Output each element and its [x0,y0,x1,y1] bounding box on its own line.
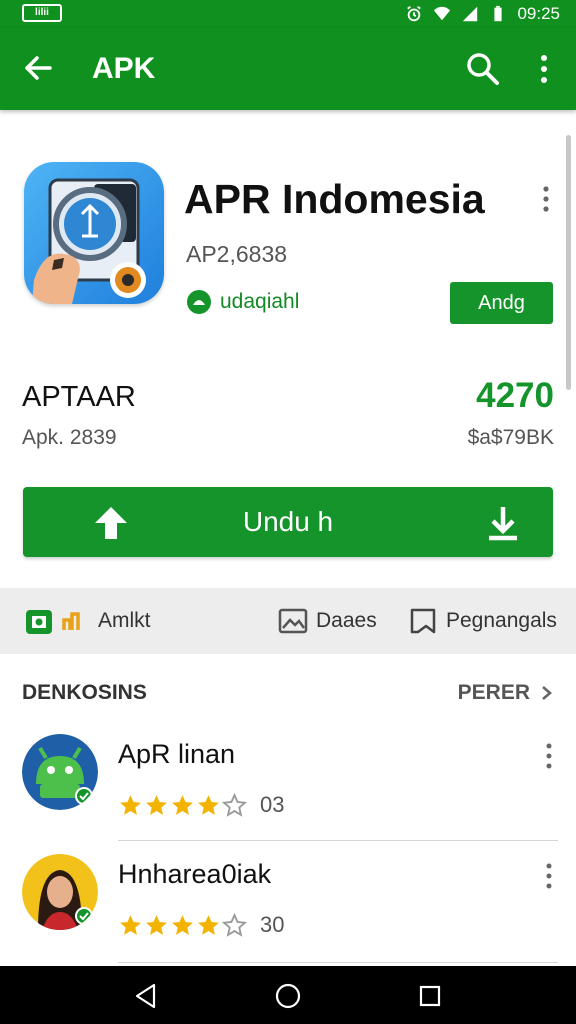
item-more-icon[interactable] [540,742,558,770]
alarm-icon [407,6,422,22]
star-filled-icon [198,794,219,815]
star-empty-icon [222,912,247,937]
search-icon[interactable] [464,50,502,88]
developer-icon [187,290,211,314]
app-logo-icon [24,162,164,304]
stat-left-title: APTAAR [22,381,136,413]
tab-label: Daaes [316,609,377,632]
list-item[interactable]: Hnhareа0iak 30 [0,854,576,972]
photo-icon [26,610,52,634]
stat-right-subtitle: $a$79BK [467,426,554,449]
section-more-link[interactable]: PERER [458,680,554,706]
bookmark-icon [410,608,436,634]
status-icons: 09:25 [405,3,560,25]
tab-strip: Amlkt Daaes Pegnangals [0,588,576,654]
star-filled-icon [120,914,141,935]
divider [118,962,558,963]
star-filled-icon [198,914,219,935]
app-more-icon[interactable] [536,184,556,214]
tab-label: Amlkt [98,609,151,632]
status-time: 09:25 [517,4,560,23]
app-bar-title: APK [92,52,156,85]
download-label: Undu h [242,506,334,537]
tab-daaes[interactable]: Daaes [278,604,377,638]
stat-left-subtitle: Apk. 2839 [22,426,117,449]
scrollbar[interactable] [566,135,571,390]
navigation-bar [0,966,576,1024]
download-button[interactable]: Undu h [23,487,553,557]
app-bar: APK [0,28,576,110]
download-arrow-icon [489,507,517,541]
app-id: AP2,6838 [186,241,288,267]
chevron-right-icon [542,686,552,700]
star-filled-icon [172,914,193,935]
tab-pegnangals[interactable]: Pegnangals [408,604,557,638]
item-more-icon[interactable] [540,862,558,890]
android-icon [22,734,98,810]
list-item-name: Hnhareа0iak [118,859,272,889]
developer-link[interactable]: udaqiahl [186,288,299,316]
section-more-label: PERER [457,681,530,704]
star-filled-icon [146,794,167,815]
divider [118,840,558,841]
stat-right-value: 4270 [476,376,554,415]
tab-label: Pegnangals [446,609,557,632]
notification-icon: lilii [22,4,62,22]
nav-home-icon[interactable] [274,982,302,1010]
app-logo-graphic [32,178,146,304]
more-vert-icon[interactable] [532,50,556,88]
person-avatar [22,854,98,930]
developer-name: udaqiahl [220,290,300,313]
rating-count: 30 [260,912,285,937]
battery-icon [494,5,503,22]
rating-stars: 30 [118,912,284,938]
list-item-name: ApR linan [118,739,236,769]
section-title: DENKOSINS [22,681,147,704]
image-icon [278,608,308,634]
tab-amlkt[interactable]: Amlkt [24,604,151,638]
nav-recents-icon[interactable] [416,982,444,1010]
star-empty-icon [222,792,247,817]
rating-count: 03 [260,792,285,817]
back-arrow-icon[interactable] [20,50,56,86]
nav-back-icon[interactable] [132,982,160,1010]
person-photo [22,854,98,930]
star-filled-icon [146,914,167,935]
star-filled-icon [120,794,141,815]
wifi-icon [434,6,451,21]
bars-icon [62,612,80,630]
app-name: APR Indomesia [184,176,485,222]
rating-stars: 03 [118,792,284,818]
status-bar: lilii 09:25 [0,0,576,28]
install-button[interactable]: Andg [450,282,553,324]
list-item[interactable]: ApR linan 03 [0,734,576,852]
star-filled-icon [172,794,193,815]
android-avatar [22,734,98,810]
signal-icon [463,6,478,22]
status-left-label: lilii [35,7,49,18]
